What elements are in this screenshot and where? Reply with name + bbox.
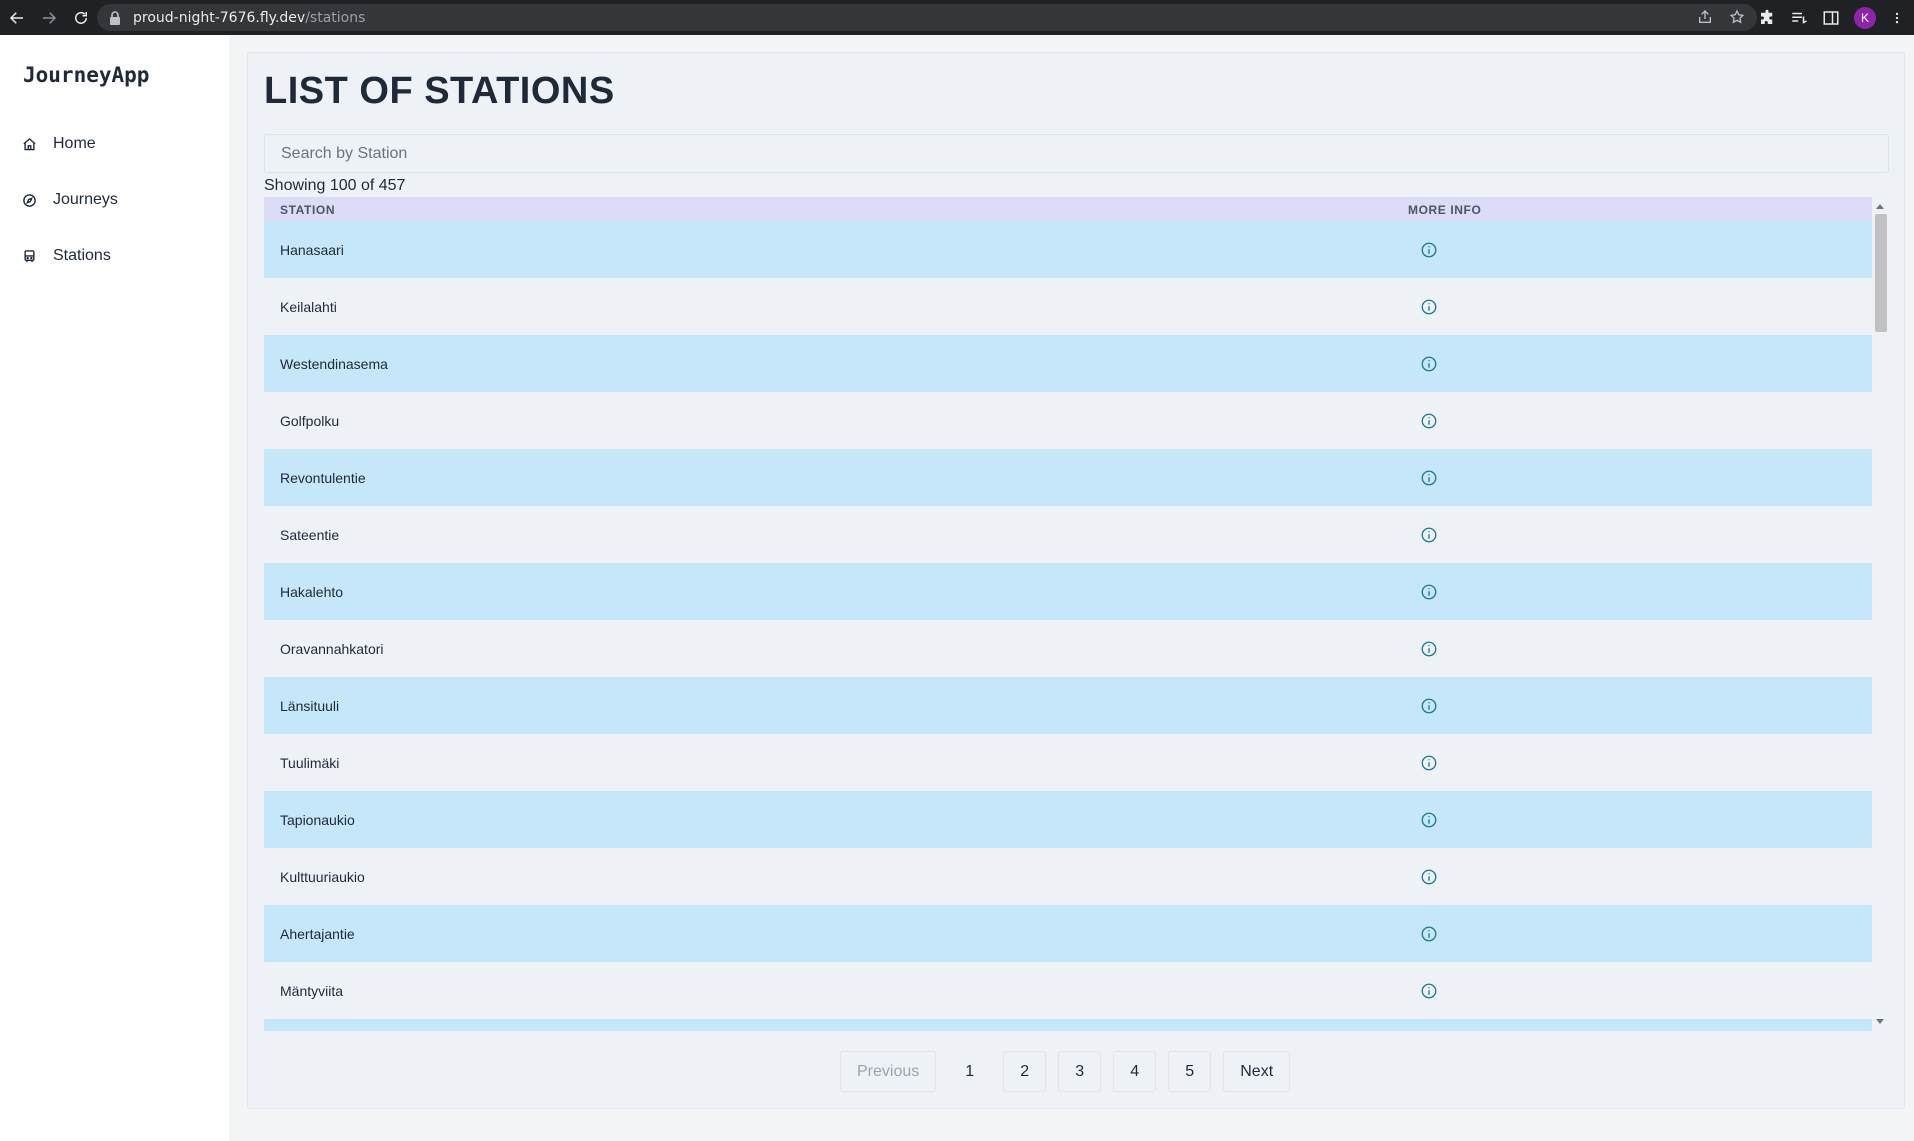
arrow-right-icon	[43, 11, 57, 24]
table-row: Tapionaukio	[264, 791, 1872, 848]
reload-button[interactable]	[66, 3, 96, 33]
info-icon[interactable]	[1420, 697, 1438, 715]
table-row: Tuulimäki	[264, 734, 1872, 791]
station-name: Tapionaukio	[280, 811, 355, 828]
info-icon[interactable]	[1420, 469, 1438, 487]
station-name: Oravannahkatori	[280, 640, 384, 657]
table-row: Ahertajantie	[264, 905, 1872, 962]
table-header: STATION MORE INFO	[264, 197, 1872, 221]
station-name: Mäntyviita	[280, 982, 344, 999]
scroll-up-arrow[interactable]	[1876, 204, 1884, 209]
page-button-2[interactable]: 2	[1003, 1051, 1047, 1092]
station-name: Tuulimäki	[280, 754, 340, 771]
share-icon[interactable]	[1697, 9, 1713, 25]
next-button[interactable]: Next	[1223, 1051, 1291, 1092]
table-scrollbar[interactable]	[1872, 197, 1889, 1031]
station-name: Hanasaari	[280, 241, 344, 258]
lock-icon	[110, 10, 120, 25]
info-icon[interactable]	[1420, 811, 1438, 829]
sidebar-item-label: Journeys	[53, 191, 118, 208]
station-name: Revontulentie	[280, 469, 366, 486]
address-bar[interactable]: proud-night-7676.fly.dev/stations	[97, 4, 1757, 31]
table-row: Mäntyviita	[264, 962, 1872, 1019]
station-name: Länsituuli	[280, 697, 340, 714]
table-row: Hanasaari	[264, 221, 1872, 278]
station-name: Keilalahti	[280, 298, 337, 315]
scroll-thumb[interactable]	[1875, 214, 1887, 332]
media-queue-icon[interactable]	[1790, 9, 1808, 27]
info-icon[interactable]	[1420, 982, 1438, 1000]
table-row: Golfpolku	[264, 392, 1872, 449]
home-icon	[23, 137, 36, 150]
info-icon[interactable]	[1420, 298, 1438, 316]
sidebar-item-label: Stations	[53, 247, 111, 264]
previous-button[interactable]: Previous	[840, 1051, 937, 1092]
page-button-5[interactable]: 5	[1168, 1051, 1212, 1092]
info-icon[interactable]	[1420, 640, 1438, 658]
info-icon[interactable]	[1420, 754, 1438, 772]
sidebar: JourneyApp Home Journeys Stations	[0, 35, 229, 1141]
info-icon[interactable]	[1420, 241, 1438, 259]
table-row: Länsituuli	[264, 677, 1872, 734]
page-button-3[interactable]: 3	[1058, 1051, 1102, 1092]
table-row: Hakalehto	[264, 563, 1872, 620]
station-name: Hakalehto	[280, 583, 344, 600]
search-input[interactable]	[264, 134, 1889, 173]
forward-button[interactable]	[34, 3, 64, 33]
page-button-4[interactable]: 4	[1113, 1051, 1157, 1092]
table-row: Keilalahti	[264, 278, 1872, 335]
reload-icon	[75, 11, 87, 24]
app-brand[interactable]: JourneyApp	[23, 63, 149, 87]
table-body: Hanasaari Keilalahti Westendinasema Golfpol…	[264, 221, 1872, 1031]
stations-table: STATION MORE INFO Hanasaari Keilalahti Wes…	[264, 197, 1889, 1031]
info-icon[interactable]	[1420, 925, 1438, 943]
info-icon[interactable]	[1420, 526, 1438, 544]
sidebar-item-journeys[interactable]: Journeys	[22, 188, 118, 212]
bus-icon	[24, 249, 35, 262]
url-path: /stations	[305, 9, 366, 26]
page-button-1[interactable]: 1	[948, 1051, 991, 1092]
url-host: proud-night-7676.fly.dev	[133, 9, 306, 26]
star-icon[interactable]	[1729, 9, 1745, 25]
profile-avatar[interactable]: K	[1854, 7, 1876, 29]
table-row: Sateentie	[264, 506, 1872, 563]
extensions-icon[interactable]	[1758, 9, 1776, 27]
info-icon[interactable]	[1420, 355, 1438, 373]
info-icon[interactable]	[1420, 412, 1438, 430]
compass-icon	[23, 193, 36, 207]
table-row: Revontulentie	[264, 449, 1872, 506]
info-icon[interactable]	[1420, 868, 1438, 886]
sidebar-item-label: Home	[53, 135, 96, 152]
info-icon[interactable]	[1420, 583, 1438, 601]
arrow-left-icon	[9, 11, 23, 24]
station-name: Ahertajantie	[280, 925, 355, 942]
scroll-down-arrow[interactable]	[1876, 1019, 1884, 1024]
sidebar-item-stations[interactable]: Stations	[22, 244, 111, 268]
table-row: Oravannahkatori	[264, 620, 1872, 677]
results-count: Showing 100 of 457	[264, 177, 406, 194]
table-row	[264, 1019, 1872, 1031]
sidebar-item-home[interactable]: Home	[22, 132, 96, 156]
kebab-menu-icon[interactable]	[1890, 9, 1904, 27]
column-header-station[interactable]: STATION	[280, 203, 335, 217]
table-row: Westendinasema	[264, 335, 1872, 392]
station-name: Westendinasema	[280, 355, 388, 372]
station-name: Kulttuuriaukio	[280, 868, 365, 885]
station-name: Sateentie	[280, 526, 340, 543]
browser-toolbar: proud-night-7676.fly.dev/stations K	[0, 0, 1914, 35]
column-header-more-info: MORE INFO	[1408, 203, 1482, 217]
table-row: Kulttuuriaukio	[264, 848, 1872, 905]
station-name: Golfpolku	[280, 412, 340, 429]
side-panel-icon[interactable]	[1822, 9, 1840, 27]
pagination: Previous 1 2 3 4 5 Next	[840, 1051, 1291, 1092]
page-title: LIST OF STATIONS	[264, 70, 615, 112]
back-button[interactable]	[2, 3, 32, 33]
